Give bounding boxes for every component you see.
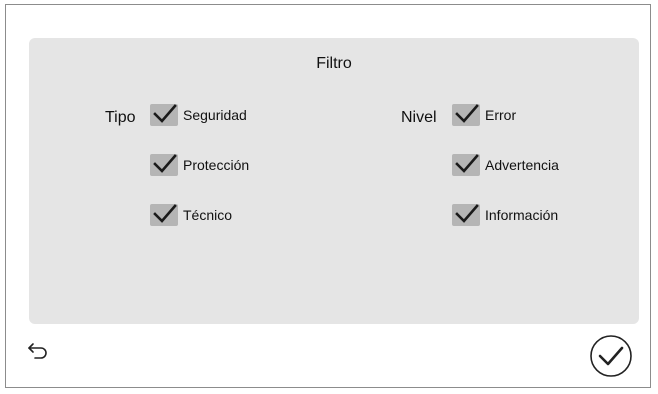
checkbox-informacion-label: Información [485, 207, 559, 223]
checkbox-advertencia-label: Advertencia [485, 157, 559, 173]
check-icon [153, 104, 177, 123]
check-icon [455, 104, 479, 123]
check-icon [153, 154, 177, 173]
checkbox-informacion-box[interactable] [452, 204, 480, 226]
checkbox-tecnico[interactable]: Técnico [150, 204, 232, 226]
checkbox-informacion[interactable]: Información [452, 204, 558, 226]
checkbox-seguridad-label: Seguridad [183, 107, 247, 123]
checkbox-error-box[interactable] [452, 104, 480, 126]
back-arrow-icon [28, 343, 47, 359]
checkbox-proteccion-box[interactable] [150, 154, 178, 176]
panel-title: Filtro [316, 55, 352, 72]
check-icon [153, 204, 177, 223]
checkbox-error[interactable]: Error [452, 104, 516, 126]
tipo-label: Tipo [105, 109, 136, 126]
checkbox-error-label: Error [485, 107, 517, 123]
nivel-label: Nivel [401, 109, 437, 126]
checkbox-tecnico-label: Técnico [183, 207, 233, 223]
filter-panel: Filtro Tipo Seguridad Protección Técnico… [29, 38, 639, 324]
checkbox-seguridad[interactable]: Seguridad [150, 104, 247, 126]
checkbox-tecnico-box[interactable] [150, 204, 178, 226]
checkbox-proteccion-label: Protección [183, 157, 250, 173]
check-icon [455, 154, 479, 173]
checkbox-advertencia[interactable]: Advertencia [452, 154, 559, 176]
dialog-frame: Filtro Tipo Seguridad Protección Técnico… [5, 4, 651, 388]
confirm-button[interactable] [589, 334, 633, 378]
checkbox-seguridad-box[interactable] [150, 104, 178, 126]
check-circle-icon [590, 335, 632, 377]
check-icon [455, 204, 479, 223]
checkbox-proteccion[interactable]: Protección [150, 154, 249, 176]
back-button[interactable] [26, 338, 50, 362]
checkbox-advertencia-box[interactable] [452, 154, 480, 176]
